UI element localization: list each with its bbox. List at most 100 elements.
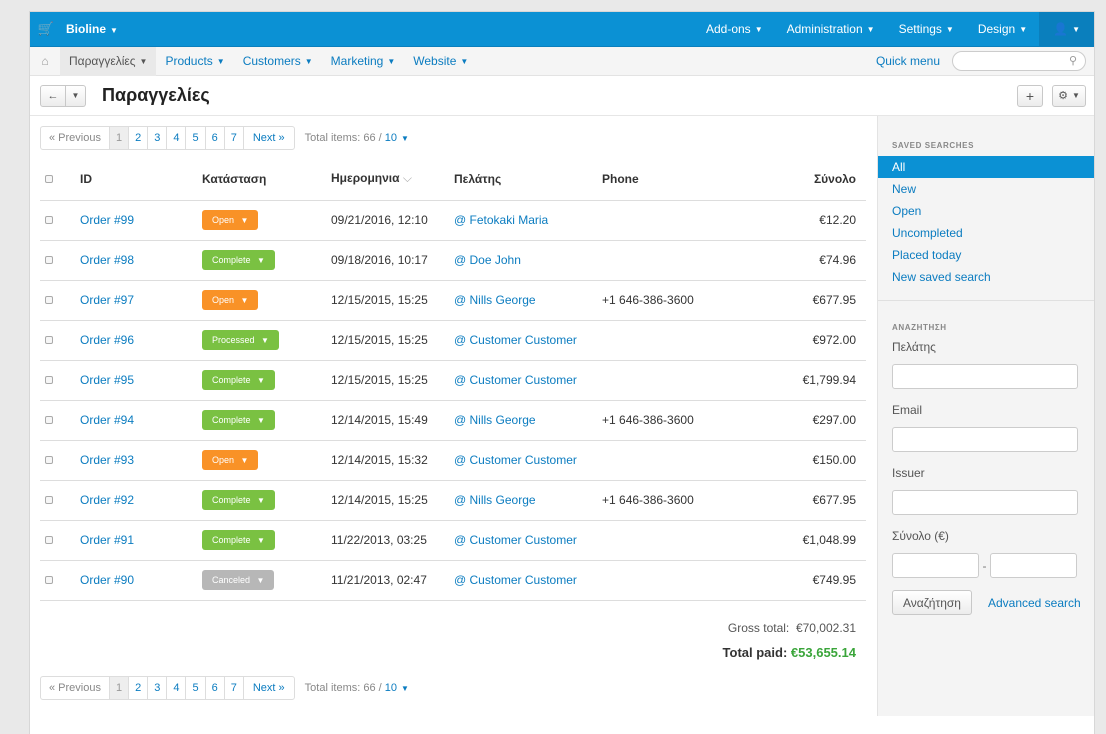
saved-search-all[interactable]: All (878, 156, 1094, 178)
row-checkbox[interactable] (45, 576, 53, 584)
brand-menu[interactable]: Bioline ▼ (66, 22, 118, 36)
add-order-button[interactable]: + (1017, 84, 1043, 107)
page-7[interactable]: 7 (223, 126, 244, 150)
page-2[interactable]: 2 (128, 126, 149, 150)
customer-link[interactable]: @ Customer Customer (454, 453, 577, 467)
table-row[interactable]: Order #91 Complete ▼ 11/22/2013, 03:25 @ Cu… (40, 520, 866, 561)
header-phone[interactable]: Phone (602, 158, 782, 201)
row-checkbox[interactable] (45, 256, 53, 264)
table-row[interactable]: Order #94 Complete ▼ 12/14/2015, 15:49 @ Ni… (40, 400, 866, 441)
table-row[interactable]: Order #95 Complete ▼ 12/15/2015, 15:25 @ Cu… (40, 360, 866, 401)
row-checkbox[interactable] (45, 296, 53, 304)
customer-link[interactable]: @ Customer Customer (454, 373, 577, 387)
customer-field[interactable] (892, 364, 1078, 389)
customer-link[interactable]: @ Nills George (454, 493, 536, 507)
table-row[interactable]: Order #99 Open ▼ 09/21/2016, 12:10 @ Fetoka… (40, 200, 866, 241)
page-6[interactable]: 6 (204, 675, 225, 700)
select-all-checkbox[interactable] (45, 174, 53, 183)
table-row[interactable]: Order #92 Complete ▼ 12/14/2015, 15:25 @ Ni… (40, 480, 866, 521)
page-5[interactable]: 5 (185, 675, 206, 700)
saved-search-uncompleted[interactable]: Uncompleted (878, 222, 1094, 244)
page-3[interactable]: 3 (147, 675, 168, 700)
row-checkbox[interactable] (45, 376, 53, 384)
saved-search-open[interactable]: Open (878, 200, 1094, 222)
advanced-search-link[interactable]: Advanced search (988, 596, 1081, 610)
row-checkbox[interactable] (45, 416, 53, 424)
order-link[interactable]: Order #96 (80, 333, 134, 347)
order-link[interactable]: Order #98 (80, 253, 134, 267)
page-7[interactable]: 7 (223, 675, 244, 700)
status-dropdown[interactable]: Open ▼ (202, 290, 259, 310)
saved-search-placed-today[interactable]: Placed today (878, 244, 1094, 266)
per-page-select[interactable]: 10 ▼ (385, 682, 409, 694)
cart-icon[interactable]: 🛒 (30, 21, 62, 37)
total-from-field[interactable] (892, 553, 979, 578)
page-1[interactable]: 1 (108, 675, 130, 700)
page-1[interactable]: 1 (108, 126, 130, 150)
order-link[interactable]: Order #92 (80, 493, 134, 507)
table-row[interactable]: Order #98 Complete ▼ 09/18/2016, 10:17 @ Do… (40, 240, 866, 281)
order-link[interactable]: Order #90 (80, 573, 134, 587)
tab-orders[interactable]: Παραγγελίες ▼ (60, 46, 157, 76)
settings-button[interactable]: ⚙ ▼ (1052, 84, 1086, 107)
prev-page-button[interactable]: « Previous (40, 675, 110, 700)
tab-products[interactable]: Products ▼ (156, 47, 233, 76)
table-row[interactable]: Order #90 Canceled ▼ 11/21/2013, 02:47 @ Cu… (40, 560, 866, 601)
header-total[interactable]: Σύνολο (782, 158, 866, 201)
prev-page-button[interactable]: « Previous (40, 126, 110, 150)
status-dropdown[interactable]: Complete ▼ (202, 250, 275, 270)
customer-link[interactable]: @ Nills George (454, 293, 536, 307)
order-link[interactable]: Order #91 (80, 533, 134, 547)
status-dropdown[interactable]: Open ▼ (202, 210, 259, 230)
table-row[interactable]: Order #93 Open ▼ 12/14/2015, 15:32 @ Custom… (40, 440, 866, 481)
table-row[interactable]: Order #97 Open ▼ 12/15/2015, 15:25 @ Nills … (40, 280, 866, 321)
tab-customers[interactable]: Customers ▼ (234, 47, 322, 76)
header-id[interactable]: ID (80, 158, 202, 201)
header-date[interactable]: Ημερομηνια ⌵ (331, 158, 454, 201)
per-page-select[interactable]: 10 ▼ (385, 132, 409, 144)
issuer-field[interactable] (892, 490, 1078, 515)
order-link[interactable]: Order #99 (80, 213, 134, 227)
quick-search-input[interactable]: ⚲ (952, 51, 1086, 71)
customer-link[interactable]: @ Doe John (454, 253, 521, 267)
nav-design[interactable]: Design ▼ (966, 12, 1039, 47)
tab-marketing[interactable]: Marketing ▼ (322, 47, 405, 76)
back-button[interactable]: ← (40, 84, 66, 107)
nav-administration[interactable]: Administration ▼ (775, 12, 887, 47)
status-dropdown[interactable]: Complete ▼ (202, 410, 275, 430)
page-2[interactable]: 2 (128, 675, 149, 700)
row-checkbox[interactable] (45, 456, 53, 464)
order-link[interactable]: Order #94 (80, 413, 134, 427)
header-customer[interactable]: Πελάτης (454, 158, 602, 201)
user-menu[interactable]: 👤 ▼ (1039, 12, 1094, 47)
row-checkbox[interactable] (45, 216, 53, 224)
saved-search-new[interactable]: New (878, 178, 1094, 200)
table-row[interactable]: Order #96 Processed ▼ 12/15/2015, 15:25 @ C… (40, 320, 866, 361)
status-dropdown[interactable]: Complete ▼ (202, 370, 275, 390)
status-dropdown[interactable]: Open ▼ (202, 450, 259, 470)
nav-settings[interactable]: Settings ▼ (887, 12, 966, 47)
row-checkbox[interactable] (45, 336, 53, 344)
row-checkbox[interactable] (45, 496, 53, 504)
nav-addons[interactable]: Add-ons ▼ (694, 12, 775, 47)
customer-link[interactable]: @ Customer Customer (454, 533, 577, 547)
status-dropdown[interactable]: Canceled ▼ (202, 570, 275, 590)
next-page-button[interactable]: Next » (242, 675, 295, 700)
page-4[interactable]: 4 (166, 126, 187, 150)
row-checkbox[interactable] (45, 536, 53, 544)
page-6[interactable]: 6 (204, 126, 225, 150)
page-4[interactable]: 4 (166, 675, 187, 700)
email-field[interactable] (892, 427, 1078, 452)
customer-link[interactable]: @ Nills George (454, 413, 536, 427)
customer-link[interactable]: @ Fetokaki Maria (454, 213, 548, 227)
search-button[interactable]: Αναζήτηση (892, 590, 972, 615)
home-icon[interactable]: ⌂ (30, 54, 60, 68)
status-dropdown[interactable]: Processed ▼ (202, 330, 279, 350)
next-page-button[interactable]: Next » (242, 126, 295, 150)
order-link[interactable]: Order #93 (80, 453, 134, 467)
total-to-field[interactable] (990, 553, 1077, 578)
page-3[interactable]: 3 (147, 126, 168, 150)
status-dropdown[interactable]: Complete ▼ (202, 490, 275, 510)
order-link[interactable]: Order #95 (80, 373, 134, 387)
tab-website[interactable]: Website ▼ (404, 47, 477, 76)
